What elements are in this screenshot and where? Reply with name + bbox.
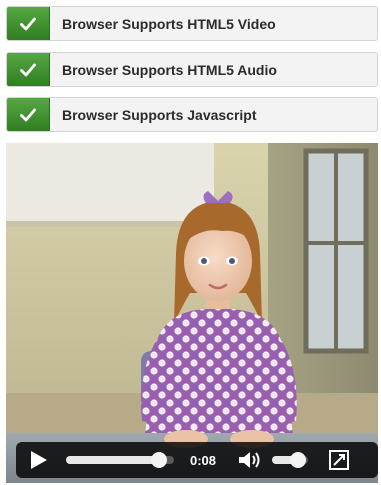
check-label: Browser Supports Javascript <box>62 106 257 123</box>
check-row-video: Browser Supports HTML5 Video <box>6 6 378 41</box>
fullscreen-icon[interactable] <box>326 447 352 473</box>
time-display: 0:08 <box>190 452 217 468</box>
checkmark-icon <box>7 7 50 40</box>
check-label: Browser Supports HTML5 Video <box>62 15 276 32</box>
video-frame <box>6 143 378 483</box>
seek-slider[interactable] <box>66 452 174 468</box>
check-row-javascript: Browser Supports Javascript <box>6 97 378 132</box>
seek-handle[interactable] <box>150 452 167 468</box>
checkmark-icon <box>7 53 50 86</box>
check-label: Browser Supports HTML5 Audio <box>62 61 277 78</box>
volume-icon[interactable] <box>236 446 264 474</box>
check-row-audio: Browser Supports HTML5 Audio <box>6 52 378 87</box>
seek-progress <box>66 456 159 464</box>
volume-slider[interactable] <box>272 452 308 468</box>
volume-handle[interactable] <box>289 452 306 468</box>
player-controls: 0:08 <box>16 442 378 478</box>
play-icon[interactable] <box>24 445 54 475</box>
video-player[interactable]: 0:08 <box>6 143 378 483</box>
checkmark-icon <box>7 98 50 131</box>
